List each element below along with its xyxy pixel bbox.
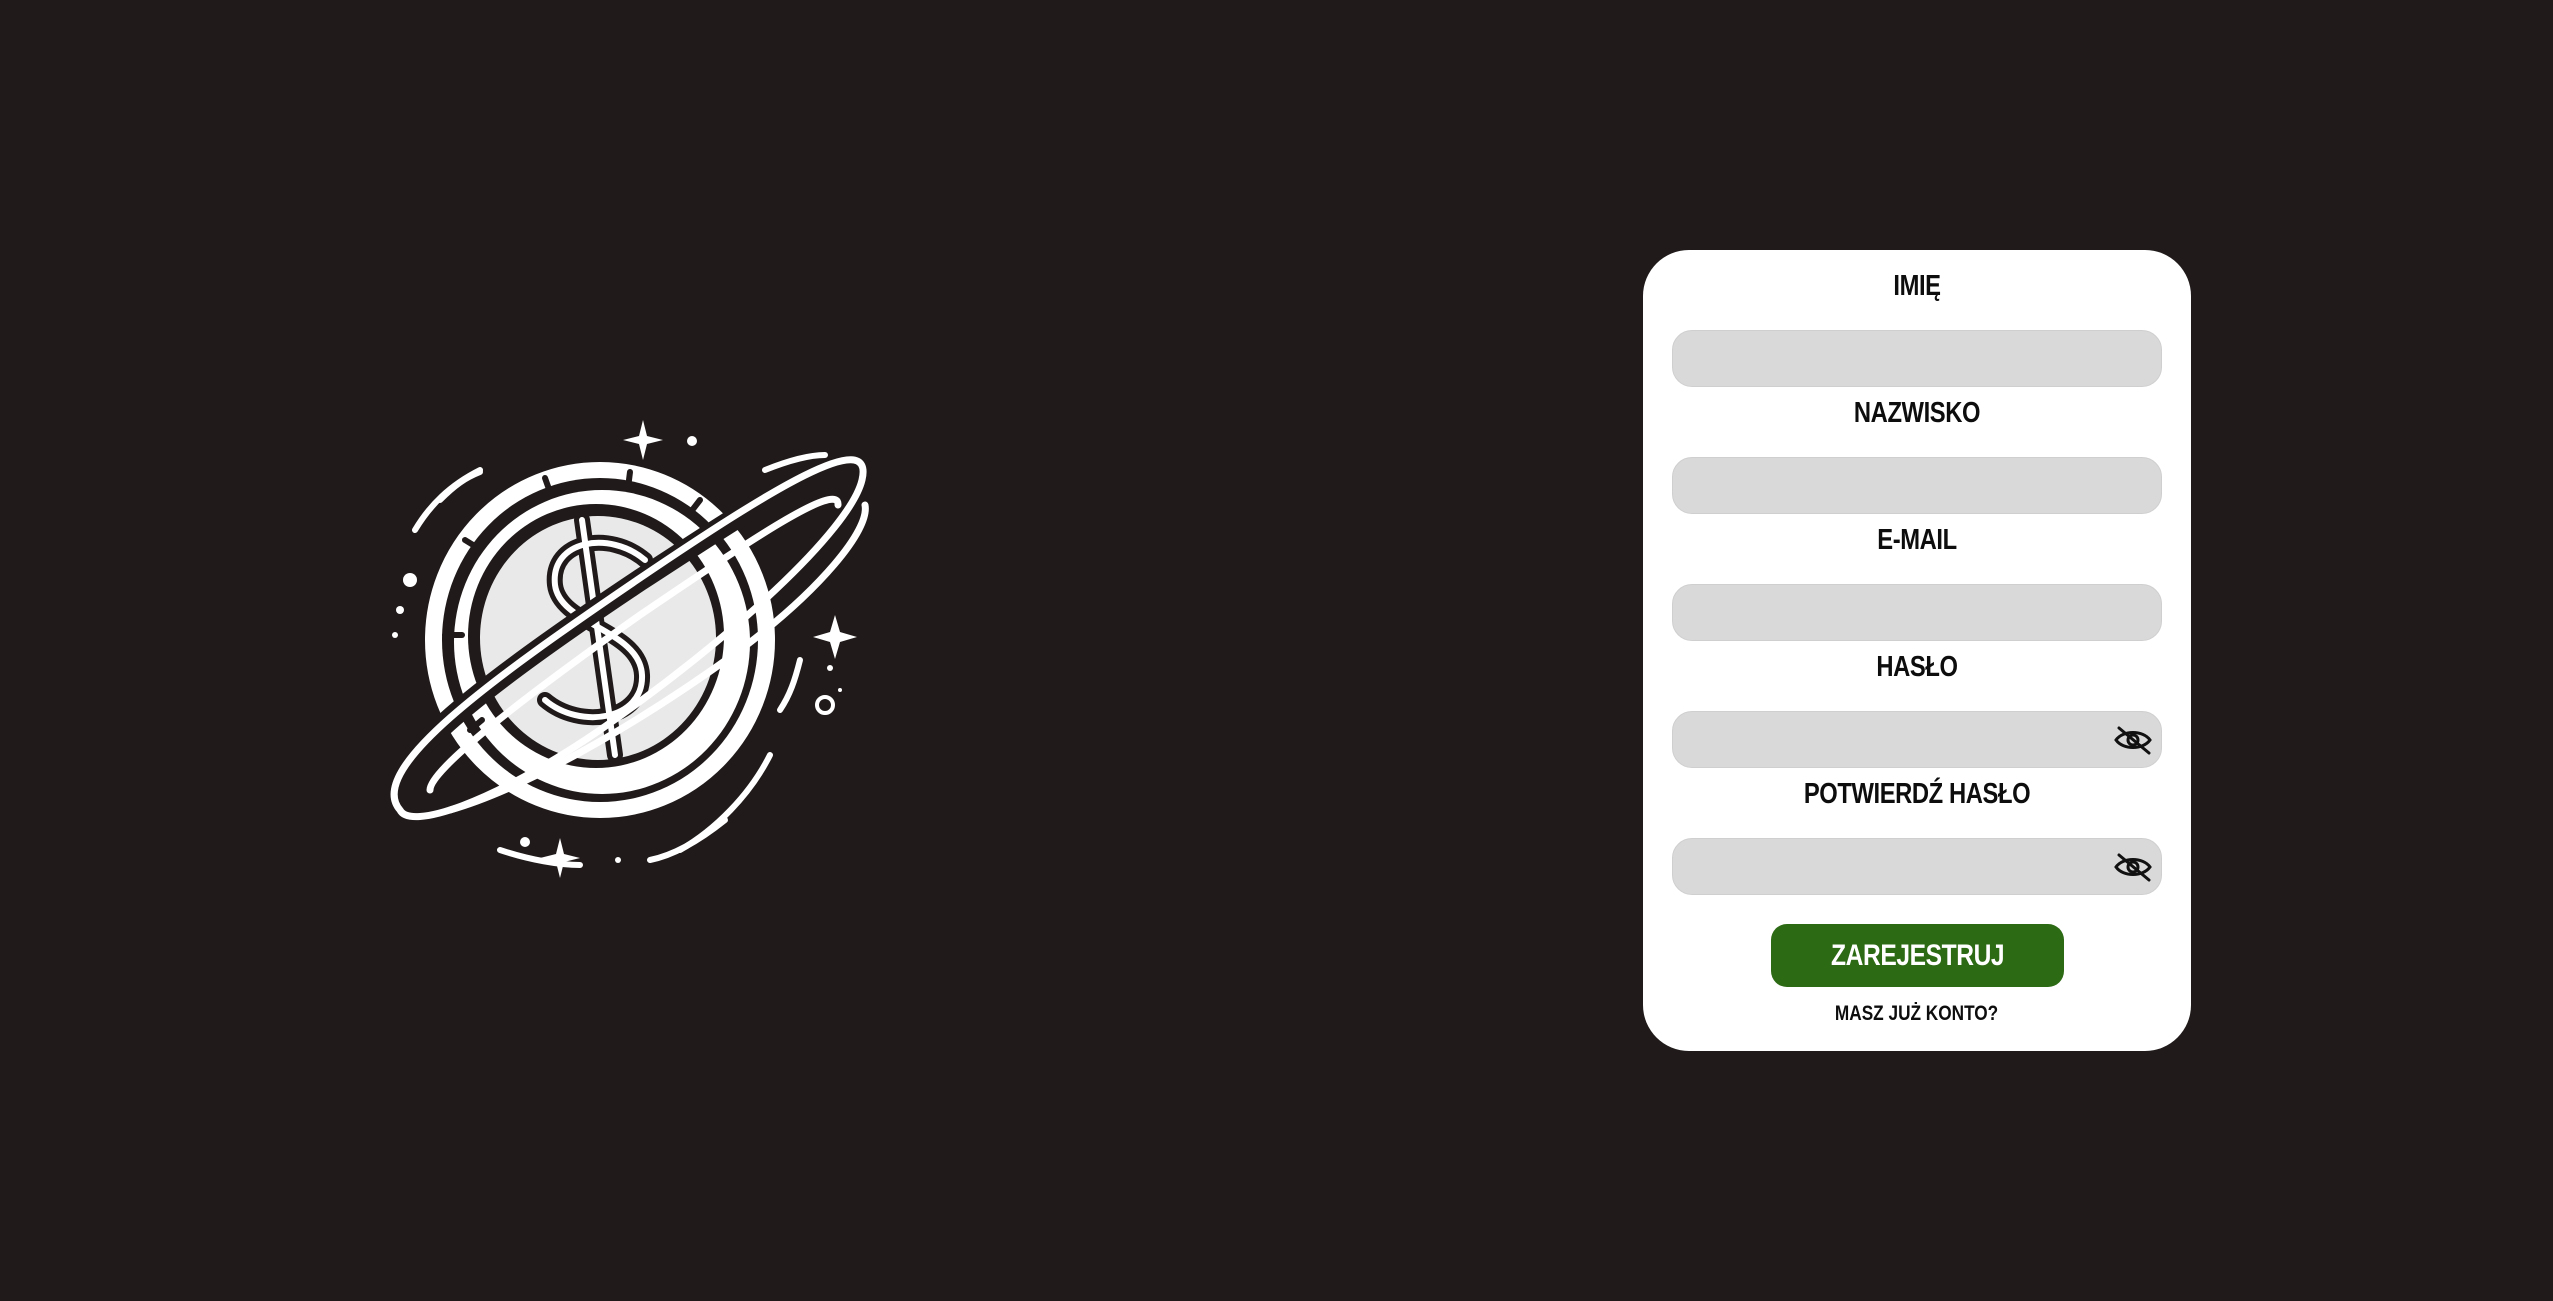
first-name-label: IMIĘ (1893, 270, 1941, 302)
eye-slash-icon[interactable] (2113, 724, 2153, 756)
first-name-field[interactable] (1672, 330, 2162, 387)
last-name-input[interactable] (1673, 458, 2161, 513)
email-label: E-MAIL (1877, 524, 1957, 556)
confirm-password-input[interactable] (1673, 839, 2161, 894)
login-link[interactable]: MASZ JUŻ KONTO? (1643, 1002, 2191, 1026)
eye-slash-icon[interactable] (2113, 851, 2153, 883)
register-button-label: ZAREJESTRUJ (1830, 938, 2005, 972)
password-field[interactable] (1672, 711, 2162, 768)
confirm-password-label: POTWIERDŹ HASŁO (1803, 778, 2031, 810)
password-input[interactable] (1673, 712, 2161, 767)
register-button[interactable]: ZAREJESTRUJ (1771, 924, 2064, 987)
confirm-password-field[interactable] (1672, 838, 2162, 895)
dollar-coin-planet-logo (384, 420, 872, 878)
login-link-label: MASZ JUŻ KONTO? (1835, 1002, 1999, 1025)
email-field[interactable] (1672, 584, 2162, 641)
registration-form-card: IMIĘ NAZWISKO E-MAIL HASŁO POTWIERDŹ HAS… (1643, 250, 2191, 1051)
last-name-field[interactable] (1672, 457, 2162, 514)
email-input[interactable] (1673, 585, 2161, 640)
password-label: HASŁO (1876, 651, 1958, 683)
last-name-label: NAZWISKO (1853, 397, 1981, 429)
first-name-input[interactable] (1673, 331, 2161, 386)
